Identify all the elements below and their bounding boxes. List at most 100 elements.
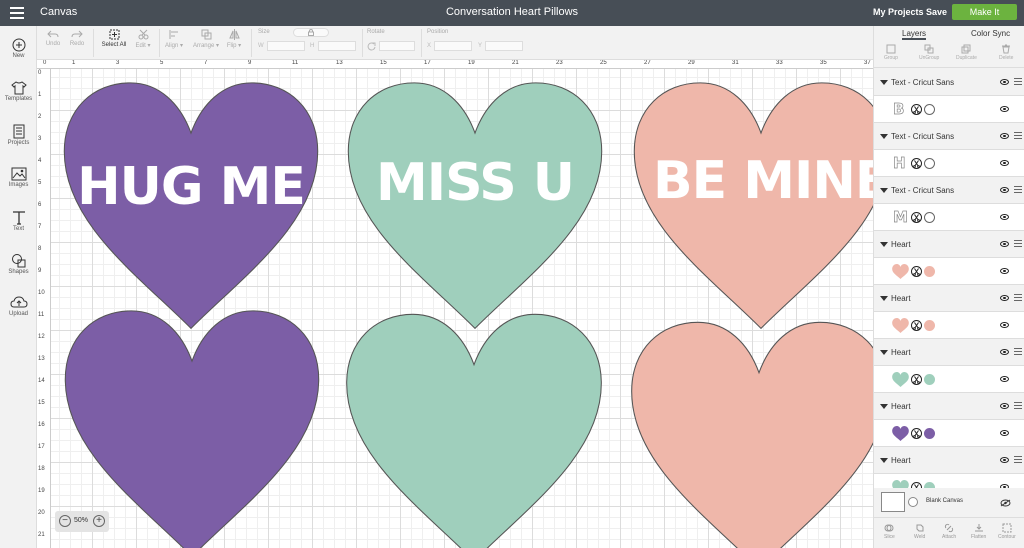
eye-icon[interactable] [1000,106,1009,112]
design-canvas[interactable]: HUG ME MISS U BE MINE [51,69,873,548]
layer-group-header[interactable]: Heart [874,231,1024,258]
duplicate-button[interactable]: Duplicate [956,44,977,61]
caret-down-icon[interactable] [880,296,888,301]
eye-icon[interactable] [1000,349,1009,355]
eye-icon[interactable] [1000,322,1009,328]
sidebar-item-templates[interactable]: Templates [0,81,37,102]
cut-operation-icon[interactable] [911,374,922,385]
eye-hidden-icon[interactable] [1000,499,1011,507]
weld-button[interactable]: Weld [914,523,925,540]
color-swatch[interactable] [924,266,935,277]
layer-item[interactable]: M [874,204,1024,231]
eye-icon[interactable] [1000,241,1009,247]
color-swatch[interactable] [924,104,935,115]
heart-shape[interactable] [626,317,873,548]
flatten-button[interactable]: Flatten [971,523,986,540]
layer-group-header[interactable]: Heart [874,393,1024,420]
layer-group-header[interactable]: Heart [874,285,1024,312]
color-swatch[interactable] [924,428,935,439]
edit-button[interactable]: Edit ▾ [133,29,153,49]
eye-icon[interactable] [1000,187,1009,193]
layer-item[interactable]: H [874,150,1024,177]
drag-handle-icon[interactable] [1014,348,1022,357]
y-position-field[interactable] [485,41,523,51]
zoom-out-button[interactable]: − [59,515,71,527]
drag-handle-icon[interactable] [1014,456,1022,465]
caret-down-icon[interactable] [880,134,888,139]
drag-handle-icon[interactable] [1014,132,1022,141]
layer-group-header[interactable]: Heart [874,447,1024,474]
x-position-field[interactable] [434,41,472,51]
color-swatch[interactable] [924,374,935,385]
eye-icon[interactable] [1000,160,1009,166]
my-projects-link[interactable]: My Projects [873,7,924,17]
select-all-button[interactable]: Select All [99,29,129,48]
eye-icon[interactable] [1000,133,1009,139]
color-swatch[interactable] [924,212,935,223]
heart-text[interactable]: MISS U [343,153,607,213]
blank-canvas-row[interactable]: Blank Canvas [874,488,1024,516]
layer-group-header[interactable]: Text - Cricut Sans [874,69,1024,96]
sidebar-item-images[interactable]: Images [0,167,37,188]
eye-icon[interactable] [1000,79,1009,85]
eye-icon[interactable] [1000,430,1009,436]
drag-handle-icon[interactable] [1014,294,1022,303]
make-it-button[interactable]: Make It [952,4,1017,20]
drag-handle-icon[interactable] [1014,240,1022,249]
height-field[interactable] [318,41,356,51]
delete-button[interactable]: Delete [999,44,1013,61]
canvas-toggle[interactable] [908,497,918,507]
ungroup-button[interactable]: UnGroup [919,44,939,61]
layer-item[interactable] [874,420,1024,447]
color-swatch[interactable] [924,320,935,331]
cut-operation-icon[interactable] [911,212,922,223]
save-button[interactable]: Save [926,7,947,17]
zoom-in-button[interactable]: + [93,515,105,527]
sidebar-item-text[interactable]: Text [0,210,37,232]
sidebar-item-upload[interactable]: Upload [0,296,37,317]
cut-operation-icon[interactable] [911,266,922,277]
arrange-button[interactable]: Arrange ▾ [191,29,221,49]
drag-handle-icon[interactable] [1014,186,1022,195]
sidebar-item-projects[interactable]: Projects [0,124,37,146]
attach-button[interactable]: Attach [942,523,956,540]
contour-button[interactable]: Contour [998,523,1016,540]
cut-operation-icon[interactable] [911,158,922,169]
layer-group-header[interactable]: Text - Cricut Sans [874,177,1024,204]
caret-down-icon[interactable] [880,80,888,85]
rotate-field[interactable] [379,41,415,51]
layer-item[interactable]: B [874,96,1024,123]
caret-down-icon[interactable] [880,350,888,355]
width-field[interactable] [267,41,305,51]
heart-text[interactable]: HUG ME [59,157,323,217]
cut-operation-icon[interactable] [911,428,922,439]
lock-icon[interactable] [293,28,329,37]
undo-button[interactable]: Undo [45,29,61,47]
layer-group-header[interactable]: Heart [874,339,1024,366]
sidebar-item-shapes[interactable]: Shapes [0,253,37,275]
drag-handle-icon[interactable] [1014,402,1022,411]
eye-icon[interactable] [1000,376,1009,382]
eye-icon[interactable] [1000,457,1009,463]
layer-group-header[interactable]: Text - Cricut Sans [874,123,1024,150]
heart-shape[interactable] [341,309,607,548]
align-button[interactable]: Align ▾ [163,29,185,49]
cut-operation-icon[interactable] [911,104,922,115]
color-swatch[interactable] [924,158,935,169]
tab-color-sync[interactable]: Color Sync [971,29,1010,38]
tab-layers[interactable]: Layers [902,29,927,40]
caret-down-icon[interactable] [880,242,888,247]
caret-down-icon[interactable] [880,404,888,409]
canvas-color-swatch[interactable] [881,492,905,512]
layer-item[interactable] [874,258,1024,285]
hamburger-menu-icon[interactable] [10,7,24,19]
layer-item[interactable] [874,366,1024,393]
caret-down-icon[interactable] [880,188,888,193]
drag-handle-icon[interactable] [1014,78,1022,87]
eye-icon[interactable] [1000,403,1009,409]
eye-icon[interactable] [1000,295,1009,301]
flip-button[interactable]: Flip ▾ [225,29,243,49]
cut-operation-icon[interactable] [911,320,922,331]
layer-item[interactable] [874,312,1024,339]
sidebar-item-new[interactable]: New [0,38,37,59]
